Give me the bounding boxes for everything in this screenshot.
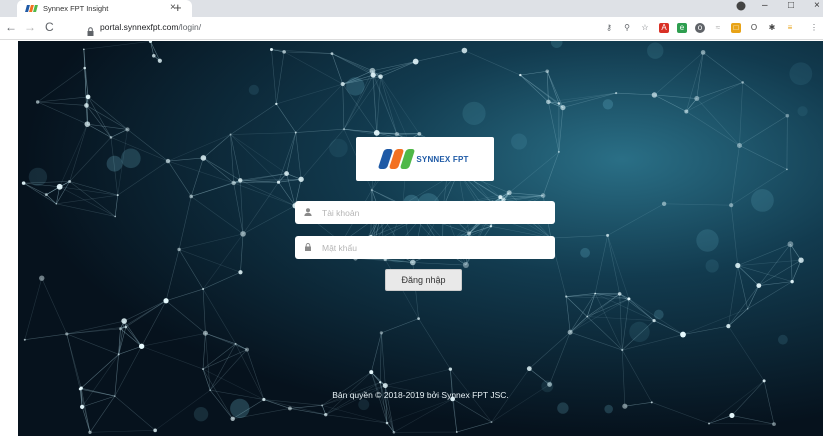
back-icon[interactable]: ← bbox=[5, 20, 17, 34]
copyright-text: Bản quyền © 2018-2019 bởi Synnex FPT JSC… bbox=[332, 390, 509, 400]
extension-ring-icon[interactable]: O bbox=[749, 23, 759, 33]
new-tab-icon[interactable]: + bbox=[174, 0, 182, 15]
menu-kebab-icon[interactable]: ⋮ bbox=[809, 23, 819, 33]
login-page: SYNNEX FPT Đăng nhập Bản quyền © 2018-20… bbox=[18, 41, 823, 436]
tab-title: Synnex FPT Insight bbox=[43, 4, 109, 13]
synnex-favicon-icon bbox=[25, 5, 38, 12]
url-path: /login/ bbox=[178, 22, 202, 32]
browser-toolbar: ← → C portal.synnexfpt.com/login/ ⚷ ⚲ ☆ … bbox=[0, 17, 823, 40]
user-icon bbox=[304, 207, 312, 218]
extensions-puzzle-icon[interactable]: ✱ bbox=[767, 23, 777, 33]
profile-icon[interactable] bbox=[736, 1, 746, 14]
maximize-icon[interactable]: □ bbox=[788, 0, 794, 11]
minimize-icon[interactable]: – bbox=[762, 0, 768, 11]
username-field[interactable] bbox=[295, 201, 555, 224]
forward-icon[interactable]: → bbox=[24, 20, 36, 34]
password-input[interactable] bbox=[322, 242, 542, 253]
login-button[interactable]: Đăng nhập bbox=[385, 269, 462, 291]
reload-icon[interactable]: C bbox=[45, 20, 54, 34]
username-input[interactable] bbox=[322, 207, 542, 218]
extension-circle-icon[interactable]: o bbox=[695, 23, 705, 33]
extension-lines-icon[interactable]: ≡ bbox=[785, 23, 795, 33]
key-icon[interactable]: ⚷ bbox=[604, 23, 614, 33]
lock-field-icon bbox=[304, 242, 312, 253]
zoom-icon[interactable]: ⚲ bbox=[622, 23, 632, 33]
logo-card: SYNNEX FPT bbox=[356, 137, 494, 181]
fpt-logo-icon bbox=[378, 149, 416, 169]
browser-tab[interactable]: Synnex FPT Insight × bbox=[17, 0, 192, 17]
password-field[interactable] bbox=[295, 236, 555, 259]
bookmark-star-icon[interactable]: ☆ bbox=[640, 23, 650, 33]
url-host: portal.synnexfpt.com bbox=[100, 22, 179, 32]
close-window-icon[interactable]: × bbox=[814, 0, 820, 11]
extension-yellow-icon[interactable]: □ bbox=[731, 23, 741, 33]
lock-icon[interactable] bbox=[87, 23, 94, 36]
evernote-extension-icon[interactable]: e bbox=[677, 23, 687, 33]
address-bar[interactable]: portal.synnexfpt.com/login/ bbox=[100, 22, 201, 32]
pdf-extension-icon[interactable]: A bbox=[659, 23, 669, 33]
extension-feather-icon[interactable]: ≈ bbox=[713, 23, 723, 33]
brand-name: SYNNEX FPT bbox=[416, 154, 469, 164]
browser-tab-bar: Synnex FPT Insight × + – □ × bbox=[0, 0, 823, 17]
